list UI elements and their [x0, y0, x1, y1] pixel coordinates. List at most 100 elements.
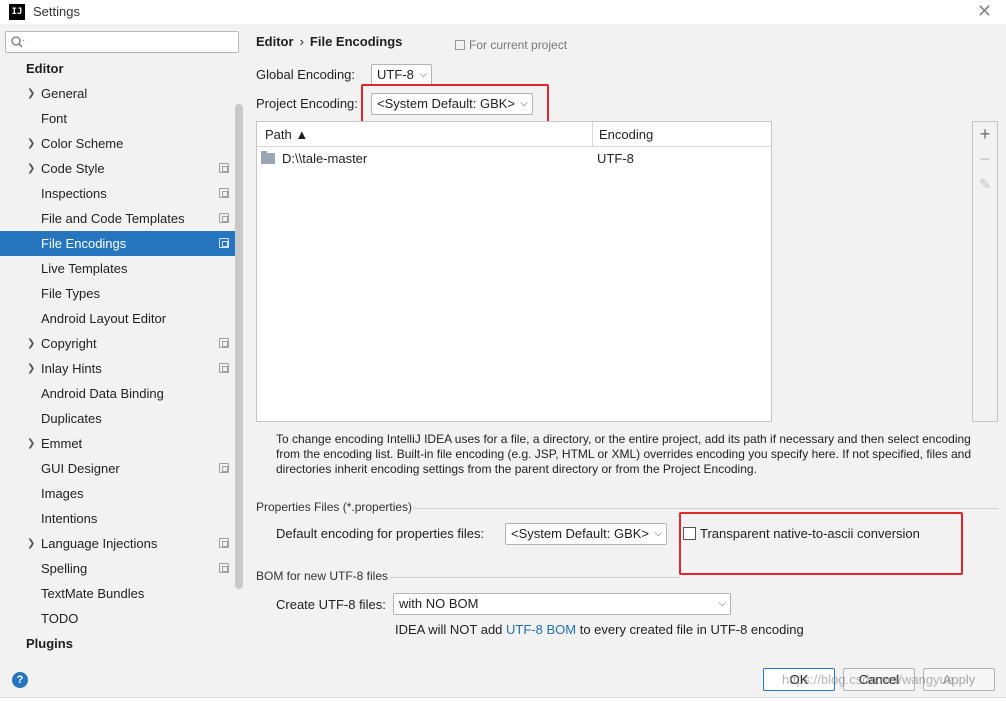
table-toolbar: + − ✎	[972, 121, 998, 422]
properties-section-divider	[413, 508, 998, 509]
ok-button[interactable]: OK	[763, 668, 835, 691]
chevron-right-icon[interactable]: ❯	[27, 331, 35, 356]
for-current-project-label: For current project	[469, 38, 568, 52]
chevron-right-icon[interactable]: ❯	[27, 156, 35, 181]
edit-icon[interactable]: ✎	[973, 172, 997, 196]
chevron-right-icon[interactable]: ❯	[27, 431, 35, 456]
sidebar-item-label: File Encodings	[41, 236, 127, 251]
chevron-down-icon: ⌵	[654, 528, 662, 539]
global-encoding-label: Global Encoding:	[256, 67, 356, 82]
sidebar-item-inspections[interactable]: Inspections	[0, 181, 235, 206]
main-panel: Editor › File Encodings For current projec…	[245, 24, 1006, 658]
sidebar-item-images[interactable]: Images	[0, 481, 235, 506]
properties-section-title: Properties Files (*.properties)	[256, 500, 413, 514]
properties-default-label: Default encoding for properties files:	[276, 526, 485, 541]
cancel-button[interactable]: Cancel	[843, 668, 915, 691]
sidebar-item-label: File Types	[41, 286, 101, 301]
sidebar-item-label: TODO	[41, 611, 79, 626]
tree-group-editor[interactable]: Editor	[0, 56, 235, 81]
sidebar-item-intentions[interactable]: Intentions	[0, 506, 235, 531]
sidebar-item-label: Duplicates	[41, 411, 102, 426]
encoding-description: To change encoding IntelliJ IDEA uses fo…	[276, 432, 972, 476]
folder-icon	[261, 151, 275, 164]
sidebar-item-textmate-bundles[interactable]: TextMate Bundles	[0, 581, 235, 606]
chevron-right-icon[interactable]: ❯	[27, 531, 35, 556]
sidebar-scrollbar[interactable]	[235, 104, 243, 589]
sidebar-item-inlay-hints[interactable]: ❯ Inlay Hints	[0, 356, 235, 381]
bottom-strip	[0, 697, 1006, 701]
settings-tree: Editor ❯ General Font ❯ Color Scheme ❯ Code St…	[0, 56, 235, 656]
sidebar-item-gui-designer[interactable]: GUI Designer	[0, 456, 235, 481]
for-current-project-note: For current project	[455, 38, 567, 52]
sidebar-item-label: Spelling	[41, 561, 88, 576]
sidebar-item-todo[interactable]: TODO	[0, 606, 235, 631]
bom-create-label: Create UTF-8 files:	[276, 597, 386, 612]
chevron-right-icon[interactable]: ❯	[27, 356, 35, 381]
column-header-encoding[interactable]: Encoding	[599, 122, 653, 147]
sidebar-item-duplicates[interactable]: Duplicates	[0, 406, 235, 431]
column-divider	[592, 122, 593, 147]
project-scope-icon	[219, 338, 229, 348]
sidebar-item-file-types[interactable]: File Types	[0, 281, 235, 306]
highlight-box-transparent-conversion	[679, 512, 963, 575]
bom-section-title: BOM for new UTF-8 files	[256, 569, 389, 583]
project-scope-icon	[455, 40, 465, 50]
sidebar-item-label: Font	[41, 111, 68, 126]
sidebar-item-label: Android Data Binding	[41, 386, 164, 401]
project-scope-icon	[219, 213, 229, 223]
help-icon[interactable]: ?	[12, 672, 28, 688]
highlight-box-project-encoding	[361, 84, 549, 124]
sidebar-item-copyright[interactable]: ❯ Copyright	[0, 331, 235, 356]
close-icon[interactable]: ✕	[977, 2, 992, 20]
utf8-bom-link[interactable]: UTF-8 BOM	[506, 622, 576, 637]
sidebar-item-label: Inlay Hints	[41, 361, 102, 376]
bom-create-combo[interactable]: with NO BOM ⌵	[393, 593, 731, 615]
sidebar-item-label: Emmet	[41, 436, 83, 451]
properties-encoding-combo[interactable]: <System Default: GBK> ⌵	[505, 523, 667, 545]
sidebar-item-label: Inspections	[41, 186, 107, 201]
search-input[interactable]	[28, 34, 233, 50]
add-icon[interactable]: +	[973, 122, 997, 146]
sidebar-item-code-style[interactable]: ❯ Code Style	[0, 156, 235, 181]
global-encoding-combo[interactable]: UTF-8 ⌵	[371, 64, 432, 86]
row-path: D:\\tale-master	[282, 151, 368, 166]
sidebar-item-color-scheme[interactable]: ❯ Color Scheme	[0, 131, 235, 156]
breadcrumb-separator: ›	[299, 34, 304, 49]
tree-items: ❯ General Font ❯ Color Scheme ❯ Code Style Insp…	[0, 81, 235, 631]
project-scope-icon	[219, 188, 229, 198]
sidebar-item-label: Language Injections	[41, 536, 158, 551]
sidebar-item-language-injections[interactable]: ❯ Language Injections	[0, 531, 235, 556]
search-icon	[11, 36, 25, 48]
sidebar-item-emmet[interactable]: ❯ Emmet	[0, 431, 235, 456]
bom-hint: IDEA will NOT add UTF-8 BOM to every cre…	[395, 622, 804, 637]
tree-group-plugins[interactable]: Plugins	[0, 631, 235, 656]
sidebar-item-android-data-binding[interactable]: Android Data Binding	[0, 381, 235, 406]
remove-icon[interactable]: −	[973, 147, 997, 171]
sidebar-item-android-layout-editor[interactable]: Android Layout Editor	[0, 306, 235, 331]
sidebar-item-live-templates[interactable]: Live Templates	[0, 256, 235, 281]
project-encoding-label: Project Encoding:	[256, 96, 358, 111]
table-header: Path ▲ Encoding	[257, 122, 771, 147]
chevron-right-icon[interactable]: ❯	[27, 131, 35, 156]
project-scope-icon	[219, 238, 229, 248]
sidebar-item-font[interactable]: Font	[0, 106, 235, 131]
table-row[interactable]: D:\\tale-master UTF-8	[257, 147, 771, 171]
chevron-right-icon[interactable]: ❯	[27, 81, 35, 106]
column-header-path[interactable]: Path ▲	[265, 122, 308, 147]
intellij-logo-icon: IJ	[9, 4, 25, 20]
path-encoding-table[interactable]: Path ▲ Encoding D:\\tale-master UTF-8	[256, 121, 772, 422]
sidebar-item-label: Live Templates	[41, 261, 128, 276]
sidebar-item-label: GUI Designer	[41, 461, 120, 476]
sidebar-item-file-and-code-templates[interactable]: File and Code Templates	[0, 206, 235, 231]
sidebar-item-label: File and Code Templates	[41, 211, 185, 226]
sidebar-item-label: Color Scheme	[41, 136, 124, 151]
row-encoding[interactable]: UTF-8	[597, 147, 634, 171]
sidebar-item-spelling[interactable]: Spelling	[0, 556, 235, 581]
search-field[interactable]	[5, 31, 239, 53]
settings-sidebar: Editor ❯ General Font ❯ Color Scheme ❯ Code St…	[0, 24, 245, 658]
sidebar-item-general[interactable]: ❯ General	[0, 81, 235, 106]
apply-button[interactable]: Apply	[923, 668, 995, 691]
sidebar-item-file-encodings[interactable]: File Encodings	[0, 231, 235, 256]
sidebar-item-label: Code Style	[41, 161, 105, 176]
sidebar-item-label: General	[41, 86, 88, 101]
